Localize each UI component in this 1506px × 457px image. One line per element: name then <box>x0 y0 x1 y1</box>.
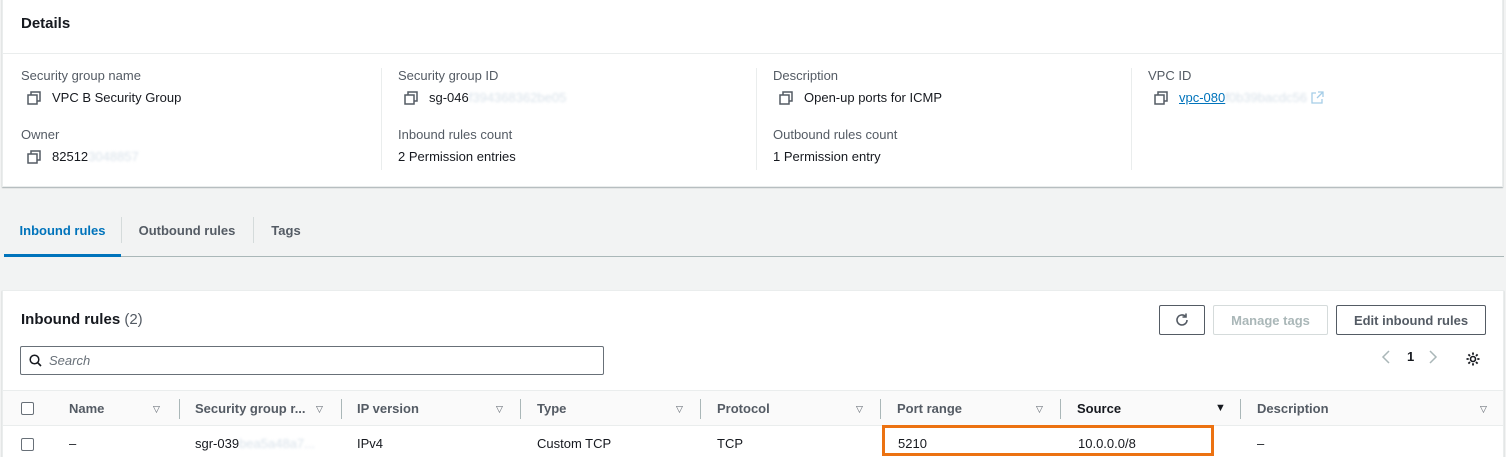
highlight-box <box>882 425 1214 456</box>
column-port-range[interactable]: Port range <box>897 401 962 416</box>
search-box[interactable] <box>20 346 604 375</box>
description-value: Open-up ports for ICMP <box>804 90 942 105</box>
inbound-rules-count-value: 2 Permission entries <box>398 149 516 164</box>
copy-icon[interactable] <box>27 149 41 164</box>
description-field: Description Open-up ports for ICMP <box>773 68 1124 105</box>
edit-inbound-rules-button[interactable]: Edit inbound rules <box>1336 305 1486 335</box>
vpc-id-field: VPC ID vpc-080 f0b39bacdc56 <box>1148 68 1495 105</box>
pagination: 1 <box>1381 349 1438 364</box>
outbound-rules-count-value: 1 Permission entry <box>773 149 881 164</box>
cell-ip-version: IPv4 <box>357 436 384 451</box>
search-input[interactable] <box>49 353 589 368</box>
column-description[interactable]: Description <box>1257 401 1329 416</box>
cell-description: – <box>1257 436 1265 451</box>
details-grid: Security group name VPC B Security Group… <box>3 54 1502 186</box>
copy-icon[interactable] <box>1154 90 1168 105</box>
details-column-4: VPC ID vpc-080 f0b39bacdc56 <box>1131 68 1503 170</box>
inbound-rules-count: (2) <box>124 311 143 328</box>
details-panel: Details Security group name VPC B Securi… <box>2 0 1503 187</box>
column-protocol[interactable]: Protocol <box>717 401 770 416</box>
cell-security-group-rule-id: sgr-039bea5a48a7... <box>195 436 315 451</box>
vpc-id-link[interactable]: vpc-080 <box>1179 90 1225 105</box>
tab-outbound-rules[interactable]: Outbound rules <box>122 203 252 256</box>
table-row[interactable]: – sgr-039bea5a48a7... IPv4 Custom TCP TC… <box>3 426 1503 457</box>
column-type[interactable]: Type <box>537 401 566 416</box>
sort-icon[interactable]: ▽ <box>676 404 683 415</box>
cell-type: Custom TCP <box>537 436 612 451</box>
tab-tags[interactable]: Tags <box>254 203 318 256</box>
inbound-rules-count-field: Inbound rules count 2 Permission entries <box>398 127 749 164</box>
page-number[interactable]: 1 <box>1407 349 1414 364</box>
vpc-id-redacted: f0b39bacdc56 <box>1225 90 1307 105</box>
column-divider[interactable] <box>1060 399 1061 419</box>
details-column-1: Security group name VPC B Security Group… <box>5 68 381 170</box>
gear-icon[interactable] <box>1465 351 1481 367</box>
column-name[interactable]: Name <box>69 401 104 416</box>
column-divider[interactable] <box>341 399 342 419</box>
security-group-id-field: Security group ID sg-046 f394368362be05 <box>398 68 749 105</box>
chevron-left-icon[interactable] <box>1381 349 1391 364</box>
security-group-name-label: Security group name <box>21 68 141 83</box>
cell-protocol: TCP <box>717 436 743 451</box>
refresh-button[interactable] <box>1159 305 1205 335</box>
details-column-2: Security group ID sg-046 f394368362be05 I… <box>381 68 757 170</box>
owner-value: 82512 <box>52 149 89 164</box>
sort-icon[interactable]: ▽ <box>1036 404 1043 415</box>
vpc-id-label: VPC ID <box>1148 68 1192 83</box>
search-icon <box>29 354 42 367</box>
table-header: Name ▽ Security group r... ▽ IP version … <box>3 390 1503 426</box>
sort-icon[interactable]: ▽ <box>856 404 863 415</box>
details-title: Details <box>21 15 71 32</box>
details-column-3: Description Open-up ports for ICMP Outbo… <box>756 68 1132 170</box>
inbound-rules-count-label: Inbound rules count <box>398 127 513 142</box>
column-divider[interactable] <box>700 399 701 419</box>
security-group-id-redacted: f394368362be05 <box>468 90 567 105</box>
security-group-id-label: Security group ID <box>398 68 499 83</box>
security-group-id-value: sg-046 <box>429 90 469 105</box>
sort-descending-icon[interactable]: ▼ <box>1215 402 1226 414</box>
row-checkbox[interactable] <box>21 438 34 451</box>
chevron-right-icon[interactable] <box>1428 349 1438 364</box>
sgr-id-value: sgr-039 <box>195 436 240 451</box>
cell-name: – <box>69 436 77 451</box>
security-group-name-field: Security group name VPC B Security Group <box>21 68 373 105</box>
column-divider[interactable] <box>179 399 180 419</box>
column-security-group-rule-id[interactable]: Security group r... <box>195 401 306 416</box>
column-divider[interactable] <box>520 399 521 419</box>
tab-bar: Inbound rules Outbound rules Tags <box>4 203 1504 257</box>
sort-icon[interactable]: ▽ <box>496 404 503 415</box>
copy-icon[interactable] <box>27 90 41 105</box>
description-label: Description <box>773 68 839 83</box>
copy-icon[interactable] <box>404 90 418 105</box>
outbound-rules-count-label: Outbound rules count <box>773 127 898 142</box>
column-divider[interactable] <box>1240 399 1241 419</box>
tab-inbound-rules[interactable]: Inbound rules <box>4 203 121 257</box>
inbound-rules-heading: Inbound rules (2) <box>21 311 143 328</box>
owner-redacted: 3048857 <box>88 149 139 164</box>
sgr-id-redacted: bea5a48a7... <box>239 436 315 451</box>
sort-icon[interactable]: ▽ <box>316 404 323 415</box>
column-source[interactable]: Source <box>1077 401 1121 416</box>
sort-icon[interactable]: ▽ <box>1480 404 1487 415</box>
column-ip-version[interactable]: IP version <box>357 401 419 416</box>
refresh-icon <box>1176 313 1188 326</box>
external-link-icon[interactable] <box>1311 91 1324 104</box>
details-header: Details <box>3 0 1502 54</box>
copy-icon[interactable] <box>779 90 793 105</box>
inbound-rules-title: Inbound rules <box>21 311 121 328</box>
manage-tags-button[interactable]: Manage tags <box>1213 305 1328 335</box>
sort-icon[interactable]: ▽ <box>153 404 160 415</box>
security-group-name-value: VPC B Security Group <box>52 90 182 105</box>
owner-label: Owner <box>21 127 60 142</box>
owner-field: Owner 82512 3048857 <box>21 127 373 164</box>
column-divider[interactable] <box>880 399 881 419</box>
inbound-rules-panel: Inbound rules (2) Manage tags Edit inbou… <box>2 290 1504 457</box>
outbound-rules-count-field: Outbound rules count 1 Permission entry <box>773 127 1124 164</box>
select-all-checkbox[interactable] <box>21 402 34 415</box>
